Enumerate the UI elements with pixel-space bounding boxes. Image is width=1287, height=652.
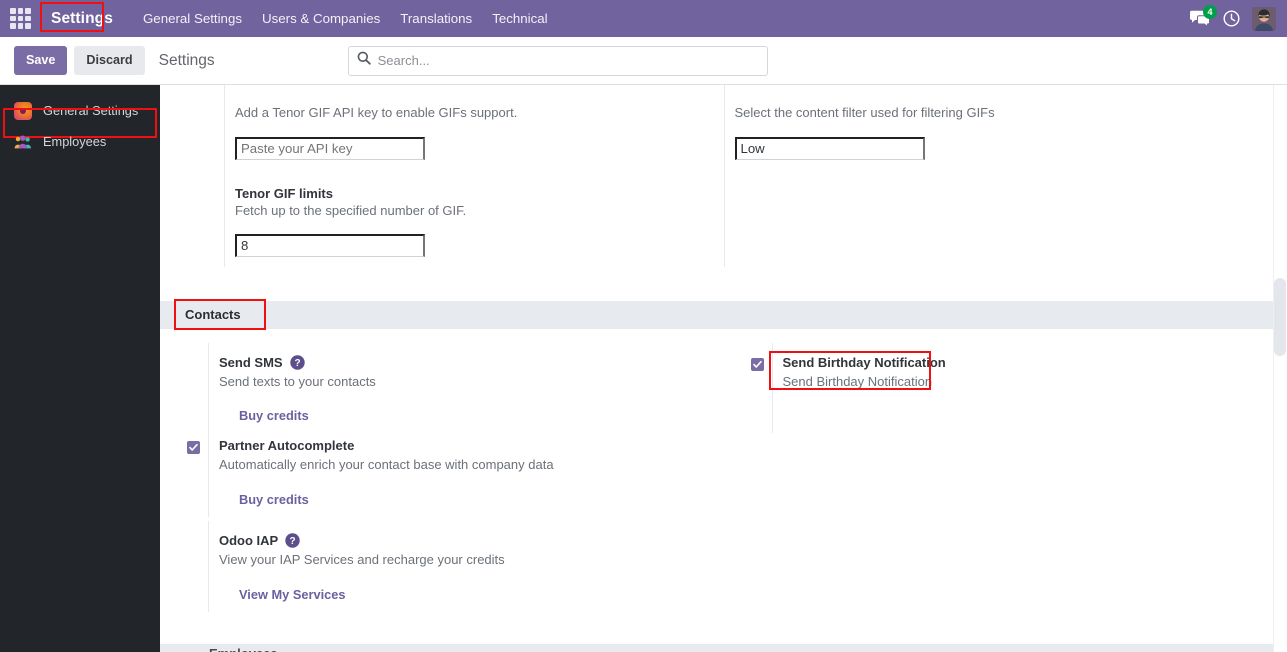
partner-autocomplete-buy-credits-button[interactable]: Buy credits [239, 492, 309, 507]
navbar-right-tools: 4 [1189, 4, 1287, 31]
search-box[interactable] [347, 45, 768, 76]
send-birthday-notification-description: Send Birthday Notification [782, 373, 933, 389]
gif-right-column: Select the content filter used for filte… [723, 85, 1287, 267]
contacts-row-1: Send SMS ? Send texts to your contacts B… [160, 342, 1287, 434]
contacts-section-band: Contacts [160, 298, 1287, 330]
svg-text:?: ? [290, 536, 296, 547]
sidebar-item-label: Employees [43, 134, 107, 149]
discard-button[interactable]: Discard [74, 46, 145, 75]
employees-app-icon [14, 135, 32, 149]
content-filter-select[interactable] [734, 136, 925, 160]
next-section-band: Employees [160, 644, 1287, 652]
settings-sidebar: General Settings Employees [0, 85, 160, 652]
sidebar-item-label: General Settings [43, 103, 139, 118]
gif-limits-title: Tenor GIF limits [235, 185, 333, 201]
send-sms-body: Send SMS ? Send texts to your contacts B… [208, 342, 724, 434]
nav-item-translations[interactable]: Translations [390, 2, 482, 35]
contacts-section-title: Contacts [185, 307, 241, 322]
gif-limits-description: Fetch up to the specified number of GIF. [235, 202, 467, 218]
partner-autocomplete-setting: Partner Autocomplete Automatically enric… [160, 426, 724, 518]
send-sms-checkbox-cell [160, 343, 208, 434]
search-icon [357, 51, 371, 70]
partner-autocomplete-checkbox[interactable] [187, 441, 200, 455]
contacts-row-3: Odoo IAP ? View your IAP Services and re… [160, 521, 1287, 613]
breadcrumb: Settings [158, 51, 215, 69]
gif-settings-columns: Add a Tenor GIF API key to enable GIFs s… [160, 85, 1287, 267]
send-sms-label-row: Send SMS ? [219, 355, 724, 370]
odoo-iap-body: Odoo IAP ? View your IAP Services and re… [208, 521, 724, 613]
odoo-iap-setting: Odoo IAP ? View your IAP Services and re… [160, 521, 724, 613]
clock-icon[interactable] [1223, 10, 1240, 27]
odoo-iap-label: Odoo IAP [219, 533, 279, 549]
partner-autocomplete-checkbox-cell [160, 426, 208, 517]
send-birthday-notification-label-row: Send Birthday Notification [783, 355, 1287, 370]
partner-autocomplete-body: Partner Autocomplete Automatically enric… [208, 426, 724, 518]
odoo-iap-label-row: Odoo IAP ? [219, 533, 724, 548]
send-sms-buy-credits-button[interactable]: Buy credits [239, 408, 309, 423]
partner-autocomplete-label: Partner Autocomplete [219, 438, 355, 454]
send-sms-label: Send SMS [219, 354, 283, 370]
save-button[interactable]: Save [14, 46, 68, 75]
question-mark-icon[interactable]: ? [285, 533, 300, 548]
send-birthday-notification-checkbox[interactable] [750, 357, 764, 371]
search-input[interactable] [377, 53, 759, 68]
apps-grid-icon[interactable] [10, 8, 31, 29]
content-scrollbar-thumb[interactable] [1274, 278, 1286, 356]
control-bar: Save Discard Settings [0, 37, 1287, 85]
send-birthday-notification-setting: Send Birthday Notification Send Birthday… [724, 342, 1287, 434]
view-my-services-button[interactable]: View My Services [239, 587, 345, 602]
discuss-settings-block: Add a Tenor GIF API key to enable GIFs s… [160, 85, 1287, 267]
send-sms-setting: Send SMS ? Send texts to your contacts B… [160, 342, 724, 434]
navbar-brand-wrap: Settings [39, 1, 125, 32]
svg-text:?: ? [294, 358, 300, 369]
sidebar-item-general-settings[interactable]: General Settings [0, 95, 160, 138]
nav-item-users-companies[interactable]: Users & Companies [252, 2, 390, 35]
settings-content: Add a Tenor GIF API key to enable GIFs s… [160, 85, 1287, 652]
navbar-menus: General Settings Users & Companies Trans… [133, 2, 558, 35]
settings-app-icon [14, 101, 32, 120]
nav-item-technical[interactable]: Technical [482, 2, 557, 35]
nav-item-general-settings[interactable]: General Settings [133, 2, 252, 35]
contacts-row-3-spacer [724, 521, 1287, 612]
messages-count-badge: 4 [1203, 4, 1217, 19]
content-filter-help-text: Select the content filter used for filte… [734, 105, 995, 120]
sidebar-item-employees[interactable]: Employees [0, 126, 160, 157]
gif-left-column: Add a Tenor GIF API key to enable GIFs s… [224, 85, 724, 267]
question-mark-icon[interactable]: ? [289, 354, 305, 370]
send-sms-description: Send texts to your contacts [219, 373, 376, 389]
next-section-title: Employees [209, 646, 278, 652]
navbar-brand[interactable]: Settings [43, 6, 121, 31]
avatar[interactable] [1252, 6, 1276, 31]
partner-autocomplete-label-row: Partner Autocomplete [219, 438, 724, 453]
contacts-row-2: Partner Autocomplete Automatically enric… [160, 426, 1287, 518]
gif-api-key-input[interactable] [235, 136, 425, 160]
odoo-iap-description: View your IAP Services and recharge your… [219, 552, 505, 568]
send-birthday-notification-body: Send Birthday Notification Send Birthday… [768, 342, 1287, 434]
odoo-iap-checkbox-cell [160, 521, 208, 612]
send-birthday-notification-label: Send Birthday Notification [782, 354, 946, 370]
contacts-row-2-spacer [724, 426, 1287, 517]
chat-bubble-icon[interactable]: 4 [1189, 4, 1217, 28]
top-navbar: Settings General Settings Users & Compan… [0, 0, 1287, 37]
gif-api-help-text: Add a Tenor GIF API key to enable GIFs s… [235, 105, 518, 120]
content-scrollbar[interactable] [1273, 85, 1287, 652]
partner-autocomplete-description: Automatically enrich your contact base w… [219, 457, 554, 473]
birthday-checkbox-cell [724, 343, 772, 434]
gif-limits-input[interactable] [235, 233, 425, 257]
